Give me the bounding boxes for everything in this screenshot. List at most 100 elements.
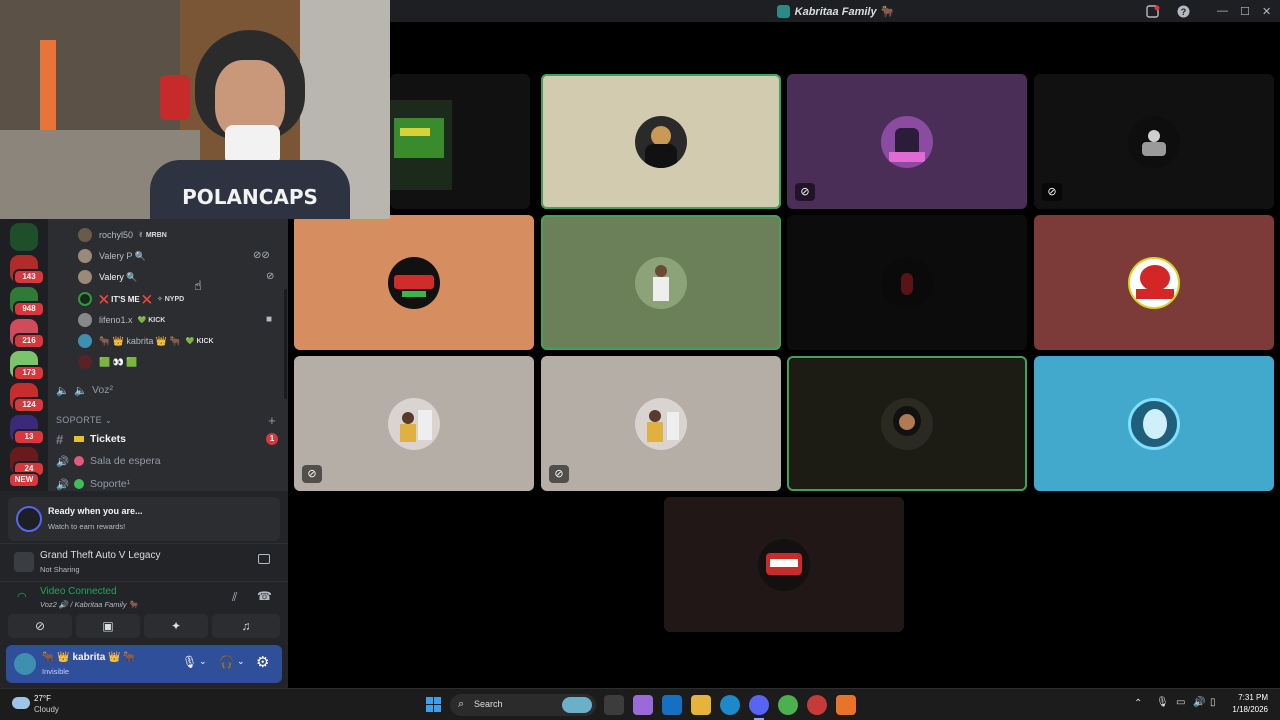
activities-button[interactable]: ✦ — [144, 614, 208, 638]
camera-off-icon: ⊘ — [795, 183, 815, 201]
battery-icon[interactable]: ▯ — [1210, 697, 1216, 708]
unread-badge: 13 — [13, 429, 45, 445]
help-icon[interactable]: ? — [1177, 0, 1190, 22]
video-tile[interactable] — [541, 74, 781, 209]
mic-muted-icon: ⊘⊘ — [253, 250, 270, 261]
unread-badge: 216 — [13, 333, 45, 349]
disconnect-icon[interactable]: ☎ — [257, 589, 272, 603]
video-tile[interactable] — [1034, 215, 1274, 350]
user-panel: Ready when you are... Watch to earn rewa… — [0, 491, 288, 688]
discord-icon[interactable] — [749, 695, 769, 715]
video-grid: ⊘ ⊘ ⊘ ⊘ — [288, 22, 1280, 688]
member-avatar — [78, 292, 92, 306]
voice-channel-sala-de-espera[interactable]: 🔊 Sala de espera — [56, 450, 282, 472]
microphone-icon[interactable]: 🎙 — [182, 655, 197, 669]
user-avatar — [881, 256, 933, 309]
share-screen-icon[interactable] — [258, 554, 270, 564]
screen-share-button[interactable]: ▣ — [76, 614, 140, 638]
taskbar-search[interactable]: ⌕ Search — [450, 694, 596, 716]
avatar[interactable] — [14, 653, 36, 675]
microphone-icon[interactable]: 🎙 — [1156, 697, 1169, 708]
file-explorer-icon[interactable] — [691, 695, 711, 715]
user-avatar — [1128, 115, 1180, 168]
unread-badge: 143 — [13, 269, 45, 285]
maximize-button[interactable]: ☐ — [1240, 0, 1250, 22]
video-tile[interactable] — [664, 497, 904, 632]
scrollbar[interactable] — [284, 289, 287, 399]
mic-muted-icon: ⊘ — [266, 271, 275, 282]
unread-badge: 948 — [13, 301, 45, 317]
chrome-icon[interactable] — [778, 695, 798, 715]
quest-banner[interactable]: Ready when you are... Watch to earn rewa… — [8, 497, 280, 541]
video-tile[interactable]: ⊘ — [294, 356, 534, 491]
speaker-icon: 🔊 — [56, 478, 70, 491]
add-channel-icon[interactable]: + — [268, 413, 276, 428]
network-icon[interactable]: ▭ — [1176, 697, 1185, 708]
member-avatar — [78, 228, 92, 242]
unread-badge: 124 — [13, 397, 45, 413]
soundboard-button[interactable]: ♫ — [212, 614, 280, 638]
chevron-up-icon[interactable]: ⌃ — [1134, 698, 1142, 709]
game-icon — [14, 552, 34, 572]
video-tile[interactable]: ⊘ — [1034, 74, 1274, 209]
voice-member[interactable]: Valery 🔍 — [78, 267, 138, 287]
video-tile[interactable]: ⊘ — [541, 356, 781, 491]
channel-list: rochyl50 ✌ MRBN Valery P 🔍 ⊘⊘ Valery 🔍 ⊘… — [48, 219, 288, 491]
video-tile[interactable]: ⊘ — [787, 74, 1027, 209]
voice-controls: ⊘ ▣ ✦ ♫ — [8, 614, 280, 638]
user-avatar — [635, 115, 687, 168]
video-tile[interactable] — [787, 356, 1027, 491]
video-tile[interactable] — [787, 215, 1027, 350]
video-tile-screenshare[interactable] — [390, 74, 530, 209]
volume-icon[interactable]: 🔊 — [1193, 697, 1205, 708]
user-area: 🐂 👑 kabrita 👑 🐂 Invisible 🎙 ⌄ 🎧 ⌄ ⚙ — [6, 645, 282, 683]
server-icon — [776, 4, 790, 18]
noise-suppression-icon[interactable]: ⫽ — [232, 590, 237, 605]
app-icon[interactable] — [807, 695, 827, 715]
close-button[interactable]: ✕ — [1262, 0, 1271, 22]
gear-icon[interactable]: ⚙ — [256, 653, 269, 671]
task-view-icon[interactable] — [604, 695, 624, 715]
text-channel-tickets[interactable]: # Tickets 1 — [56, 428, 282, 450]
shirt-print: POLANCAPS — [182, 185, 318, 209]
copilot-icon[interactable] — [633, 695, 653, 715]
activity-status: Grand Theft Auto V Legacy Not Sharing — [0, 543, 288, 579]
inbox-icon[interactable] — [1146, 0, 1160, 22]
search-highlight-icon — [562, 697, 592, 713]
voice-member[interactable]: 🐂 👑 kabrita 👑 🐂 💚 KICK — [78, 331, 214, 351]
member-avatar — [78, 355, 92, 369]
voice-member[interactable]: Valery P 🔍 — [78, 246, 146, 266]
svg-text:?: ? — [1181, 7, 1187, 17]
user-avatar — [1128, 397, 1180, 450]
windows-taskbar: 27°F Cloudy ⌕ Search ⌃ 🎙 ▭ 🔊 ▯ 7:31 PM 1… — [0, 688, 1280, 720]
voice-member[interactable]: ❌ IT'S ME ❌ ✧ NYPD — [78, 289, 184, 309]
voice-channel-soporte[interactable]: 🔊 Soporte¹ — [56, 473, 282, 491]
app-icon[interactable] — [836, 695, 856, 715]
search-icon: ⌕ — [458, 698, 465, 710]
chevron-down-icon[interactable]: ⌄ — [237, 656, 245, 667]
voice-member[interactable]: lifeno1.x 💚 KICK — [78, 310, 165, 330]
minimize-button[interactable]: — — [1217, 0, 1228, 22]
member-avatar — [78, 270, 92, 284]
chevron-down-icon[interactable]: ⌄ — [199, 656, 207, 667]
channel-emoji — [74, 436, 84, 442]
video-tile[interactable] — [294, 215, 534, 350]
headphones-icon[interactable]: 🎧 — [219, 655, 234, 669]
video-tile[interactable] — [1034, 356, 1274, 491]
camera-toggle-button[interactable]: ⊘ — [8, 614, 72, 638]
outlook-icon[interactable] — [662, 695, 682, 715]
unread-badge: 173 — [13, 365, 45, 381]
voice-member[interactable]: rochyl50 ✌ MRBN — [78, 225, 167, 245]
windows-start-icon[interactable] — [426, 697, 441, 712]
quest-icon — [16, 506, 42, 532]
channel-emoji — [74, 479, 84, 489]
server-icon[interactable] — [10, 223, 38, 251]
unread-badge: 1 — [266, 433, 278, 445]
signal-icon: ◠ — [17, 591, 27, 603]
camera-off-icon: ⊘ — [302, 465, 322, 483]
camera-off-icon: ⊘ — [549, 465, 569, 483]
voice-channel[interactable]: 🔈 🔈 Voz² — [56, 379, 282, 401]
edge-icon[interactable] — [720, 695, 740, 715]
voice-member[interactable]: 🟩 👀 🟩 — [78, 352, 138, 372]
video-tile[interactable] — [541, 215, 781, 350]
